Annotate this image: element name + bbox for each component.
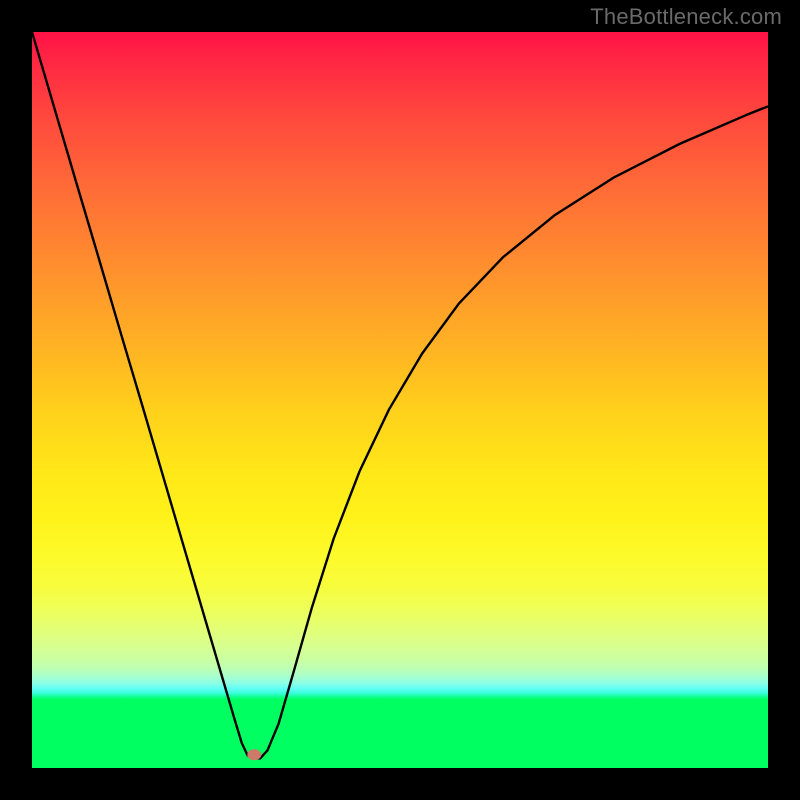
bottleneck-curve-line <box>32 32 768 758</box>
bottleneck-marker-dot <box>247 749 261 760</box>
plot-area <box>32 32 768 768</box>
watermark-text: TheBottleneck.com <box>590 4 782 30</box>
chart-svg <box>32 32 768 768</box>
